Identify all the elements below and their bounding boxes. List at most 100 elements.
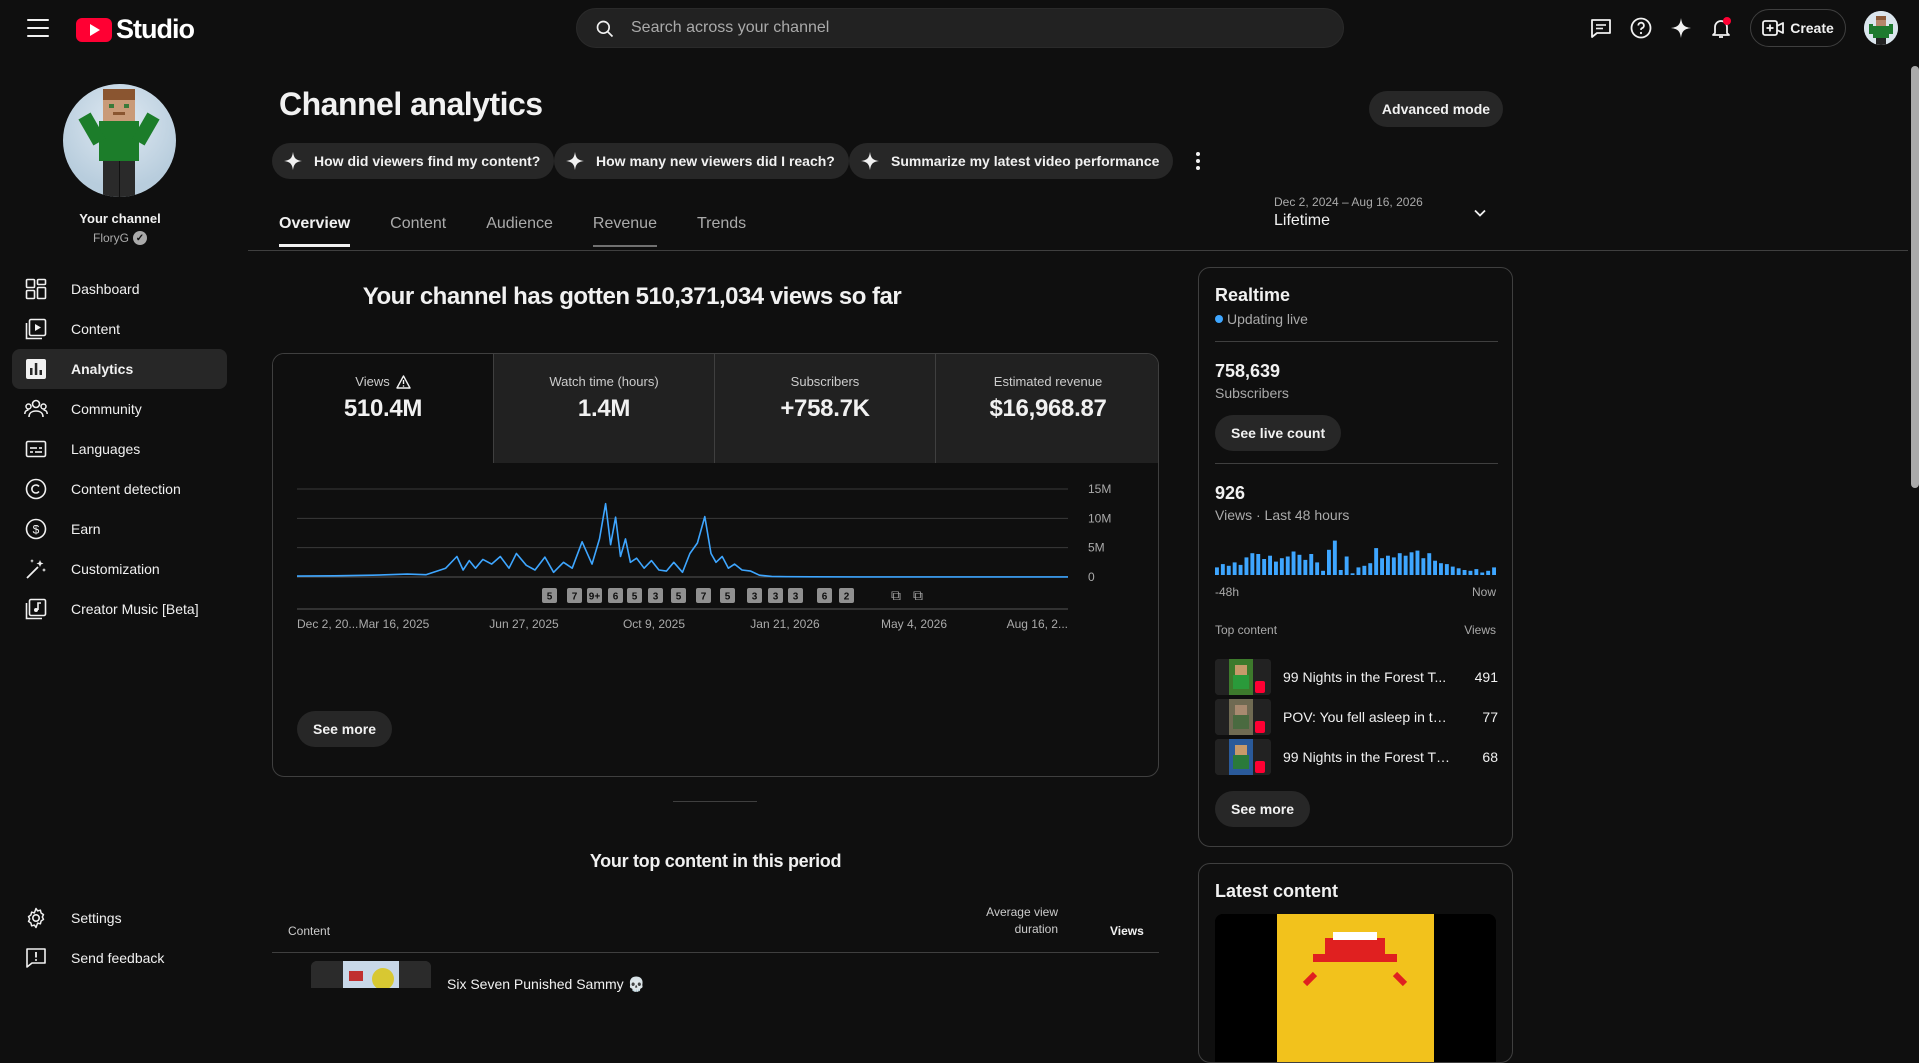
realtime-bar: [1351, 573, 1355, 575]
video-marker-label: 6: [822, 592, 828, 603]
y-tick-label: 0: [1088, 570, 1095, 584]
realtime-bar: [1445, 564, 1449, 575]
latest-video-thumbnail[interactable]: [1215, 914, 1496, 1063]
video-marker-label: 7: [701, 592, 707, 603]
realtime-bar: [1480, 573, 1484, 576]
dashboard-icon: [24, 277, 48, 301]
feedback-icon: [24, 946, 48, 970]
ask-chip-new-viewers[interactable]: How many new viewers did I reach?: [554, 143, 849, 179]
page-scrollbar[interactable]: [1911, 66, 1919, 488]
notifications-icon[interactable]: [1707, 14, 1735, 42]
divider: [1215, 463, 1498, 464]
views-line-chart[interactable]: 15M10M5M0579+65357533362⧉⧉Dec 2, 20...Ma…: [273, 463, 1159, 713]
sidebar-item-content[interactable]: Content: [12, 309, 227, 349]
metric-views[interactable]: Views 510.4M: [273, 354, 494, 463]
video-title[interactable]: Six Seven Punished Sammy 💀: [447, 976, 645, 993]
verified-icon: ✓: [133, 231, 147, 245]
sidebar-item-earn[interactable]: $ Earn: [12, 509, 227, 549]
ask-chip-summarize[interactable]: Summarize my latest video performance: [849, 143, 1173, 179]
channel-handle[interactable]: FloryG ✓: [0, 231, 240, 245]
realtime-bar: [1298, 555, 1302, 575]
realtime-bar: [1421, 558, 1425, 575]
see-live-count-button[interactable]: See live count: [1215, 415, 1341, 451]
see-more-button[interactable]: See more: [297, 711, 392, 747]
sidebar-item-send-feedback[interactable]: Send feedback: [12, 938, 227, 978]
account-avatar[interactable]: [1864, 11, 1898, 45]
search-bar[interactable]: [576, 8, 1344, 48]
sidebar-item-analytics[interactable]: Analytics: [12, 349, 227, 389]
top-content-row[interactable]: 99 Nights in the Forest T... 491: [1215, 659, 1498, 695]
tab-audience[interactable]: Audience: [486, 215, 553, 247]
tab-revenue[interactable]: Revenue: [593, 215, 657, 247]
tab-trends[interactable]: Trends: [697, 215, 746, 247]
sidebar-item-languages[interactable]: Languages: [12, 429, 227, 469]
realtime-bar: [1274, 562, 1278, 575]
sidebar-item-dashboard[interactable]: Dashboard: [12, 269, 227, 309]
x-tick-label: Oct 9, 2025: [623, 617, 685, 631]
col-avd-header[interactable]: Average view duration: [948, 904, 1058, 938]
date-range-picker[interactable]: Dec 2, 2024 – Aug 16, 2026 Lifetime: [1274, 195, 1514, 230]
realtime-bar: [1262, 559, 1266, 575]
sidebar-item-community[interactable]: Community: [12, 389, 227, 429]
x-tick-label: May 4, 2026: [881, 617, 947, 631]
realtime-bar: [1303, 560, 1307, 575]
realtime-views-value: 926: [1215, 483, 1245, 504]
divider: [1215, 341, 1498, 342]
top-content-views-label: Views: [1464, 623, 1496, 637]
y-tick-label: 15M: [1088, 482, 1111, 496]
help-icon[interactable]: [1627, 14, 1655, 42]
realtime-bar: [1227, 566, 1231, 575]
realtime-bar: [1256, 554, 1260, 575]
tabs-divider: [248, 250, 1908, 251]
metric-subscribers[interactable]: Subscribers +758.7K: [715, 354, 936, 463]
video-thumbnail[interactable]: [311, 961, 431, 988]
tab-content[interactable]: Content: [390, 215, 446, 247]
channel-avatar[interactable]: [63, 84, 176, 197]
realtime-axis-end: Now: [1472, 585, 1496, 599]
sparkle-icon[interactable]: [1667, 14, 1695, 42]
realtime-views-label: Views · Last 48 hours: [1215, 507, 1349, 523]
table-header-divider: [272, 952, 1159, 953]
realtime-status: Updating live: [1215, 311, 1308, 327]
realtime-subscribers-label: Subscribers: [1215, 385, 1289, 401]
video-marker-label: 3: [793, 592, 799, 603]
ask-chip-traffic[interactable]: How did viewers find my content?: [272, 143, 554, 179]
studio-logo[interactable]: Studio: [76, 14, 194, 45]
sidebar-item-customization[interactable]: Customization: [12, 549, 227, 589]
top-content-label: Top content: [1215, 623, 1277, 637]
realtime-bar: [1457, 568, 1461, 575]
col-views-header[interactable]: Views: [1110, 924, 1144, 938]
top-content-row[interactable]: POV: You fell asleep in the... 77: [1215, 699, 1498, 735]
metric-watch-time[interactable]: Watch time (hours) 1.4M: [494, 354, 715, 463]
top-content-row[interactable]: 99 Nights in the Forest Th... 68: [1215, 739, 1498, 775]
top-content-title: Your top content in this period: [272, 851, 1159, 872]
video-thumbnail: [1215, 699, 1271, 735]
sidebar-item-creator-music[interactable]: Creator Music [Beta]: [12, 589, 227, 629]
realtime-bar-chart[interactable]: [1215, 533, 1498, 575]
y-tick-label: 5M: [1088, 541, 1105, 555]
search-input[interactable]: [631, 19, 1311, 37]
tab-overview[interactable]: Overview: [279, 215, 350, 247]
advanced-mode-button[interactable]: Advanced mode: [1369, 91, 1503, 127]
sidebar-item-settings[interactable]: Settings: [12, 898, 227, 938]
menu-icon[interactable]: [24, 17, 52, 39]
search-icon[interactable]: [595, 19, 615, 39]
realtime-axis-start: -48h: [1215, 585, 1239, 599]
warning-icon[interactable]: [396, 375, 411, 389]
realtime-bar: [1292, 552, 1296, 576]
realtime-bar: [1233, 562, 1237, 575]
page-title: Channel analytics: [279, 86, 543, 123]
create-button[interactable]: Create: [1750, 9, 1846, 47]
realtime-bar: [1368, 563, 1372, 575]
more-options-icon[interactable]: [1186, 149, 1210, 173]
metric-estimated-revenue[interactable]: Estimated revenue $16,968.87: [936, 354, 1159, 463]
comments-icon[interactable]: [1587, 14, 1615, 42]
col-content-header[interactable]: Content: [288, 924, 330, 938]
realtime-bar: [1215, 567, 1219, 575]
realtime-title: Realtime: [1215, 285, 1290, 306]
sidebar-item-content-detection[interactable]: Content detection: [12, 469, 227, 509]
realtime-see-more-button[interactable]: See more: [1215, 791, 1310, 827]
video-marker-label: 5: [676, 592, 682, 603]
music-icon: [24, 597, 48, 621]
realtime-subscribers-value: 758,639: [1215, 361, 1280, 382]
